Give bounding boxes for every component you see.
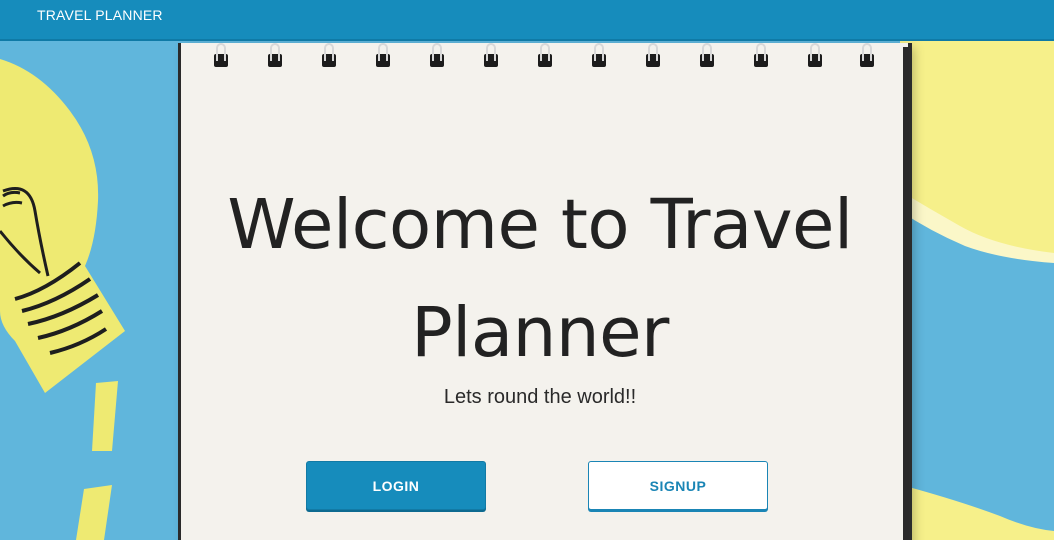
notepad-edge — [903, 47, 909, 540]
login-button[interactable]: LOGIN — [306, 461, 486, 510]
brand-link[interactable]: TRAVEL PLANNER — [37, 7, 163, 23]
spiral-binding-icon — [200, 41, 880, 81]
hero-section: Welcome to Travel Planner Lets round the… — [0, 41, 1054, 540]
signup-button[interactable]: SIGNUP — [588, 461, 768, 510]
navbar: TRAVEL PLANNER — [0, 0, 1054, 41]
hero-subtitle: Lets round the world!! — [443, 386, 637, 408]
lightbulb-drawing-icon — [0, 59, 125, 540]
hero-title: Welcome to Travel Planner — [227, 185, 853, 373]
